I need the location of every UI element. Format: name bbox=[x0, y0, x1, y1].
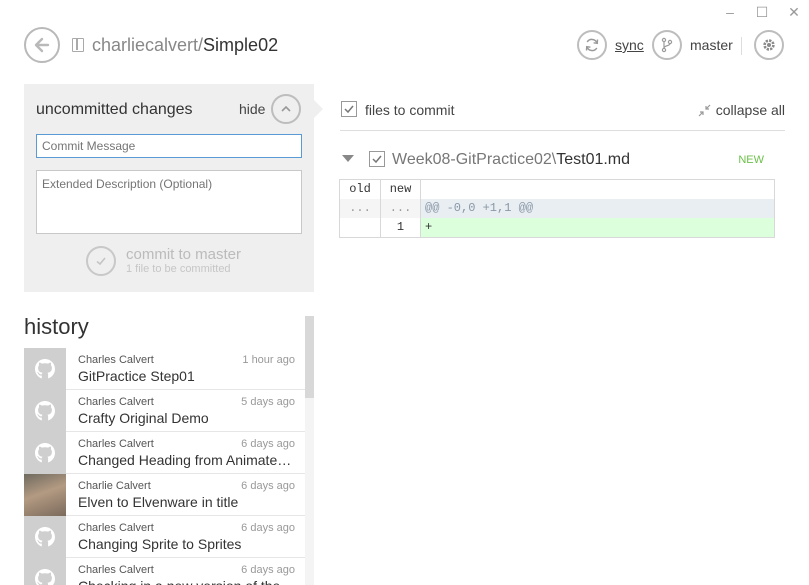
history-item[interactable]: Charles Calvert 5 days ago Crafty Original… bbox=[24, 390, 306, 432]
check-icon bbox=[86, 246, 116, 276]
old-line-number: ... bbox=[340, 199, 381, 218]
diff-view: old new ... ... @@ -0,0 +1,1 @@ 1 + bbox=[339, 179, 775, 238]
changed-file-row: Week08-GitPractice02\Test01.md NEW bbox=[340, 150, 775, 170]
old-column-header: old bbox=[340, 180, 381, 199]
extended-description-input[interactable] bbox=[36, 170, 302, 234]
commit-time: 1 hour ago bbox=[242, 354, 295, 366]
commit-author: Charles Calvert bbox=[78, 396, 154, 408]
branch-label: master bbox=[690, 37, 733, 53]
commit-message-input[interactable] bbox=[36, 134, 302, 158]
added-line-text: + bbox=[425, 220, 433, 234]
repo-name[interactable]: Simple02 bbox=[203, 35, 278, 55]
commit-time: 6 days ago bbox=[241, 564, 295, 576]
header-divider bbox=[741, 37, 742, 55]
scrollbar-thumb[interactable] bbox=[305, 316, 314, 398]
history-item[interactable]: Charles Calvert 6 days ago Checking in a n… bbox=[24, 558, 306, 585]
history-scrollbar[interactable] bbox=[305, 316, 314, 585]
sync-label: sync bbox=[615, 37, 644, 53]
hide-label: hide bbox=[239, 101, 266, 117]
maximize-button[interactable]: ☐ bbox=[753, 4, 771, 21]
sync-icon bbox=[577, 30, 607, 60]
new-line-number: 1 bbox=[381, 218, 421, 237]
commit-subtitle: 1 file to be committed bbox=[126, 262, 231, 275]
commit-author: Charlie Calvert bbox=[78, 480, 151, 492]
old-line-number bbox=[340, 218, 381, 237]
new-file-badge: NEW bbox=[738, 154, 764, 166]
hunk-header-text: @@ -0,0 +1,1 @@ bbox=[425, 201, 534, 215]
expand-triangle-icon[interactable] bbox=[342, 155, 354, 162]
panel-title: uncommitted changes bbox=[36, 101, 193, 118]
diff-header-spacer bbox=[421, 180, 774, 199]
commit-time: 5 days ago bbox=[241, 396, 295, 408]
commit-time: 6 days ago bbox=[241, 438, 295, 450]
commit-time: 6 days ago bbox=[241, 480, 295, 492]
arrow-left-icon bbox=[34, 37, 50, 53]
commit-summary: Elven to Elvenware in title bbox=[78, 494, 239, 510]
github-octocat-icon bbox=[24, 390, 66, 432]
close-button[interactable]: ✕ bbox=[785, 4, 803, 21]
avatar bbox=[24, 474, 66, 516]
collapse-all-button[interactable]: collapse all bbox=[698, 102, 785, 118]
commit-summary: Changed Heading from Animate… bbox=[78, 452, 292, 468]
diff-added-row: 1 + bbox=[340, 218, 774, 237]
new-column-header: new bbox=[381, 180, 421, 199]
history-item[interactable]: Charlie Calvert 6 days ago Elven to Elvenw… bbox=[24, 474, 306, 516]
diff-hunk-row: ... ... @@ -0,0 +1,1 @@ bbox=[340, 199, 774, 218]
commit-author: Charles Calvert bbox=[78, 522, 154, 534]
commit-summary: Crafty Original Demo bbox=[78, 410, 209, 426]
history-item[interactable]: Charles Calvert 6 days ago Changed Heading… bbox=[24, 432, 306, 474]
new-line-number: ... bbox=[381, 199, 421, 218]
github-octocat-icon bbox=[24, 558, 66, 585]
commit-label: commit to master bbox=[126, 245, 242, 263]
commit-summary: Checking in a new version of the code bbox=[78, 578, 296, 585]
repository-title: charliecalvert/Simple02 bbox=[92, 35, 278, 56]
commit-author: Charles Calvert bbox=[78, 354, 154, 366]
window-controls: – ☐ ✕ bbox=[721, 4, 803, 21]
file-path[interactable]: Week08-GitPractice02\Test01.md bbox=[392, 151, 630, 169]
diff-header-row: old new bbox=[340, 180, 774, 199]
commit-button[interactable]: commit to master 1 file to be committed bbox=[86, 246, 241, 276]
history-item[interactable]: Charles Calvert 6 days ago Changing Sprite… bbox=[24, 516, 306, 558]
collapse-all-label: collapse all bbox=[715, 102, 785, 118]
minimize-button[interactable]: – bbox=[721, 4, 739, 21]
repo-owner[interactable]: charliecalvert/ bbox=[92, 35, 203, 55]
github-octocat-icon bbox=[24, 348, 66, 390]
history-list: Charles Calvert 1 hour ago GitPractice Ste… bbox=[24, 348, 306, 585]
commit-time: 6 days ago bbox=[241, 522, 295, 534]
branch-icon bbox=[652, 30, 682, 60]
hide-button[interactable]: hide bbox=[239, 94, 302, 124]
github-octocat-icon bbox=[24, 432, 66, 474]
repository-icon bbox=[72, 38, 84, 52]
commit-summary: GitPractice Step01 bbox=[78, 368, 195, 384]
uncommitted-changes-panel: uncommitted changes hide commit to maste… bbox=[24, 84, 323, 292]
back-button[interactable] bbox=[24, 27, 60, 63]
file-name: Test01.md bbox=[556, 151, 631, 168]
commit-summary: Changing Sprite to Sprites bbox=[78, 536, 242, 552]
github-desktop-window: – ☐ ✕ charliecalvert/Simple02 sync maste… bbox=[0, 0, 809, 585]
gear-icon bbox=[763, 39, 775, 51]
file-checkbox[interactable] bbox=[369, 151, 385, 167]
chevron-up-icon bbox=[271, 94, 302, 124]
commit-text: commit to master 1 file to be committed bbox=[126, 245, 242, 276]
github-octocat-icon bbox=[24, 516, 66, 558]
sync-button[interactable]: sync bbox=[577, 30, 644, 60]
history-title: history bbox=[24, 314, 89, 339]
branch-selector[interactable]: master bbox=[652, 30, 733, 60]
file-dir: Week08-GitPractice02\ bbox=[392, 151, 557, 168]
settings-button[interactable] bbox=[754, 30, 784, 60]
files-to-commit-label: files to commit bbox=[365, 102, 455, 118]
commit-author: Charles Calvert bbox=[78, 438, 154, 450]
select-all-checkbox[interactable] bbox=[341, 101, 357, 117]
files-to-commit-header: files to commit collapse all bbox=[340, 100, 785, 131]
history-item[interactable]: Charles Calvert 1 hour ago GitPractice Ste… bbox=[24, 348, 306, 390]
commit-author: Charles Calvert bbox=[78, 564, 154, 576]
collapse-icon bbox=[698, 104, 711, 116]
